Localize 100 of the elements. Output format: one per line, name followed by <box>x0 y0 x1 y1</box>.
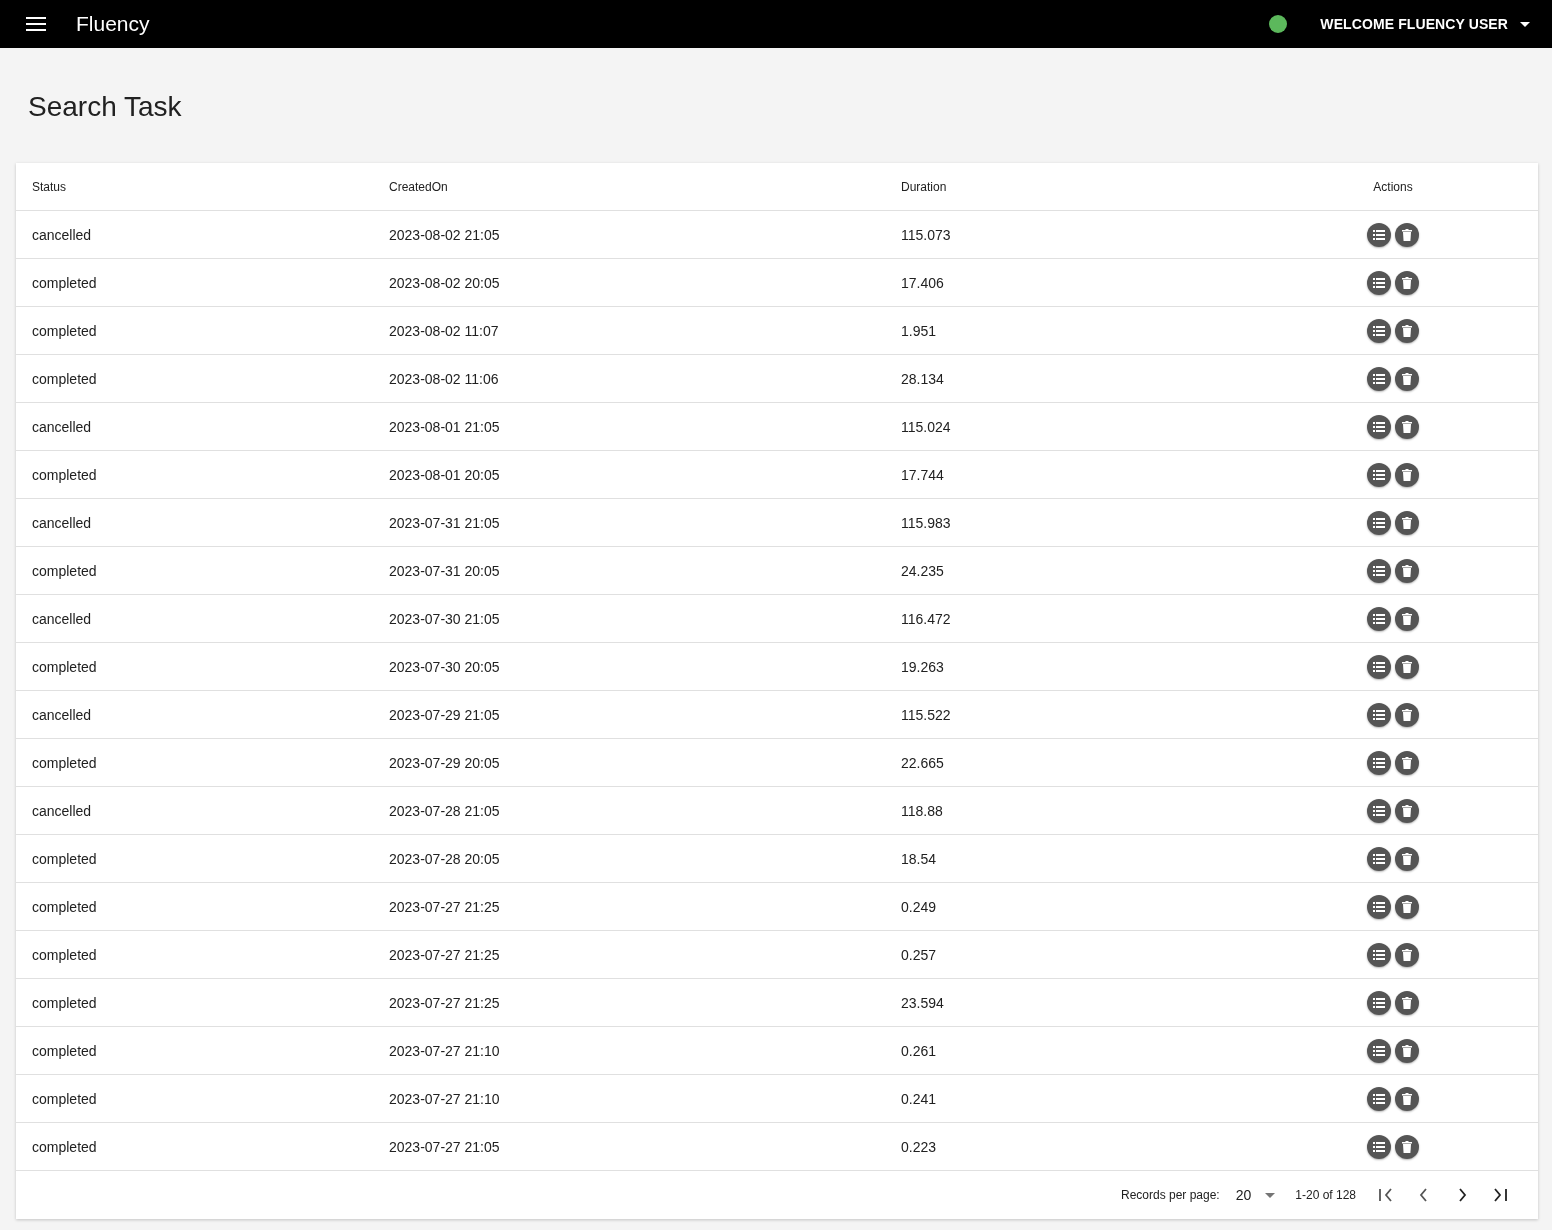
user-menu[interactable]: WELCOME FLUENCY USER <box>1320 16 1530 32</box>
trash-icon <box>1402 420 1412 433</box>
menu-icon[interactable] <box>26 17 46 31</box>
table-cell-text: 2023-08-01 20:05 <box>389 466 501 483</box>
table-cell-text: 2023-07-28 20:05 <box>389 850 501 867</box>
list-button[interactable] <box>1367 990 1391 1015</box>
table-cell-text: 2023-07-30 21:05 <box>389 610 501 627</box>
table-cell-text: completed <box>32 754 98 771</box>
table-cell-text: 115.522 <box>901 706 952 723</box>
list-button[interactable] <box>1367 414 1391 439</box>
trash-icon <box>1402 708 1412 721</box>
trash-icon <box>1402 516 1412 529</box>
delete-button[interactable] <box>1395 510 1419 535</box>
table-cell-text: 0.241 <box>901 1090 938 1107</box>
list-button[interactable] <box>1367 654 1391 679</box>
table-cell-text: cancelled <box>32 610 93 627</box>
column-header: Status <box>32 179 68 194</box>
records-per-page-label: Records per page: <box>1120 1188 1220 1202</box>
table-cell-text: completed <box>32 1042 98 1059</box>
list-button[interactable] <box>1367 510 1391 535</box>
list-button[interactable] <box>1367 846 1391 871</box>
table-cell-text: 115.983 <box>901 514 952 531</box>
table-cell-text: 22.665 <box>901 754 945 771</box>
list-button[interactable] <box>1367 558 1391 583</box>
list-button[interactable] <box>1367 894 1391 919</box>
trash-icon <box>1402 1044 1412 1057</box>
delete-button[interactable] <box>1395 846 1419 871</box>
delete-button[interactable] <box>1395 990 1419 1015</box>
table-cell-text: 2023-08-01 21:05 <box>389 418 501 435</box>
list-button[interactable] <box>1367 798 1391 823</box>
list-button[interactable] <box>1367 462 1391 487</box>
list-button[interactable] <box>1367 750 1391 775</box>
list-icon <box>1373 805 1385 816</box>
page-size-select[interactable]: 20 <box>1235 1187 1276 1203</box>
table-cell-text: 0.223 <box>901 1138 938 1155</box>
delete-button[interactable] <box>1395 318 1419 343</box>
delete-button[interactable] <box>1395 366 1419 391</box>
table-cell-text: completed <box>32 322 98 339</box>
trash-icon <box>1402 324 1412 337</box>
table-cell-text: completed <box>32 274 98 291</box>
table-cell-text: completed <box>32 562 98 579</box>
table-cell-text: 0.257 <box>901 946 938 963</box>
delete-button[interactable] <box>1395 606 1419 631</box>
chevron-icon <box>1378 1187 1394 1203</box>
delete-button[interactable] <box>1395 1038 1419 1063</box>
delete-button[interactable] <box>1395 222 1419 247</box>
delete-button[interactable] <box>1395 702 1419 727</box>
list-icon <box>1373 277 1385 288</box>
list-button[interactable] <box>1367 366 1391 391</box>
delete-button[interactable] <box>1395 654 1419 679</box>
delete-button[interactable] <box>1395 270 1419 295</box>
column-header: Actions <box>1373 179 1413 194</box>
delete-button[interactable] <box>1395 462 1419 487</box>
delete-button[interactable] <box>1395 558 1419 583</box>
delete-button[interactable] <box>1395 942 1419 967</box>
table-cell-text: 2023-07-27 21:10 <box>389 1042 501 1059</box>
list-button[interactable] <box>1367 606 1391 631</box>
table-cell-text: completed <box>32 1090 98 1107</box>
list-button[interactable] <box>1367 702 1391 727</box>
list-icon <box>1373 949 1385 960</box>
table-cell-text: 28.134 <box>901 370 945 387</box>
trash-icon <box>1402 612 1412 625</box>
list-icon <box>1373 373 1385 384</box>
list-icon <box>1373 421 1385 432</box>
table-cell-text: completed <box>32 466 98 483</box>
list-button[interactable] <box>1367 1134 1391 1159</box>
list-icon <box>1373 901 1385 912</box>
list-button[interactable] <box>1367 270 1391 295</box>
table-cell-text: 118.88 <box>901 802 944 819</box>
delete-button[interactable] <box>1395 414 1419 439</box>
list-icon <box>1373 613 1385 624</box>
table-cell-text: 24.235 <box>901 562 945 579</box>
trash-icon <box>1402 468 1412 481</box>
first-page-button[interactable] <box>1378 1187 1394 1203</box>
table-cell-text: 17.406 <box>901 274 945 291</box>
trash-icon <box>1402 660 1412 673</box>
list-icon <box>1373 853 1385 864</box>
list-button[interactable] <box>1367 942 1391 967</box>
delete-button[interactable] <box>1395 1134 1419 1159</box>
trash-icon <box>1402 372 1412 385</box>
list-button[interactable] <box>1367 222 1391 247</box>
list-button[interactable] <box>1367 318 1391 343</box>
table-cell-text: 2023-07-29 20:05 <box>389 754 501 771</box>
table-cell-text: 2023-07-27 21:25 <box>389 946 501 963</box>
delete-button[interactable] <box>1395 894 1419 919</box>
trash-icon <box>1402 564 1412 577</box>
list-icon <box>1373 1141 1385 1152</box>
table-cell-text: 0.249 <box>901 898 938 915</box>
list-icon <box>1373 757 1385 768</box>
table-cell-text: 2023-07-28 21:05 <box>389 802 501 819</box>
trash-icon <box>1402 1092 1412 1105</box>
delete-button[interactable] <box>1395 1086 1419 1111</box>
table-cell-text: cancelled <box>32 514 93 531</box>
trash-icon <box>1402 852 1412 865</box>
list-button[interactable] <box>1367 1038 1391 1063</box>
list-button[interactable] <box>1367 1086 1391 1111</box>
delete-button[interactable] <box>1395 750 1419 775</box>
last-page-button[interactable] <box>1492 1187 1508 1203</box>
table-cell-text: 2023-07-31 21:05 <box>389 514 501 531</box>
delete-button[interactable] <box>1395 798 1419 823</box>
